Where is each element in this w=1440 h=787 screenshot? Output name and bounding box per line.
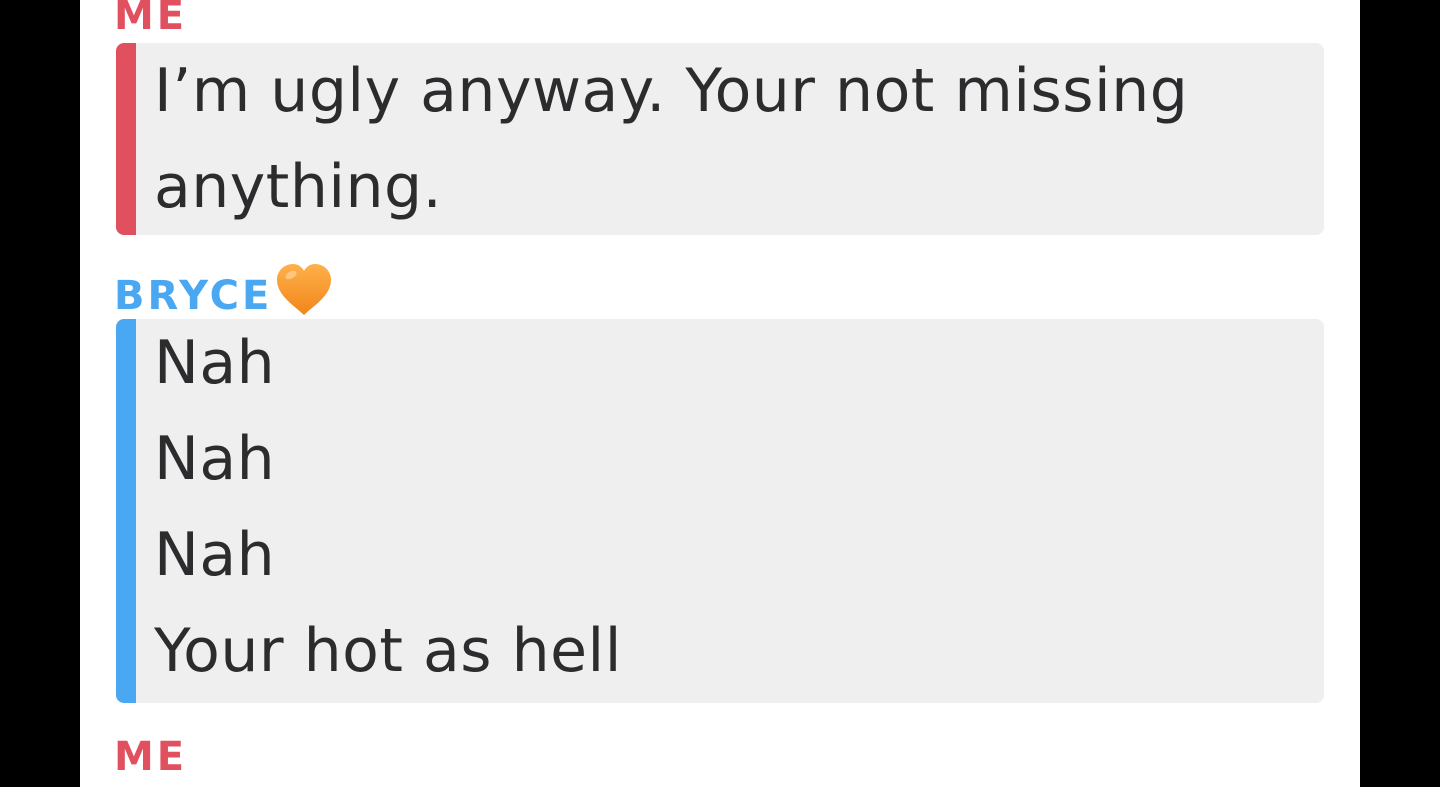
- message-line: Your hot as hell: [154, 616, 622, 686]
- sender-color-bar: [116, 319, 136, 703]
- message-line: I’m ugly anyway. Your not missing: [154, 56, 1189, 126]
- sender-label-me: ME: [114, 0, 188, 39]
- message-line: anything.: [154, 152, 443, 222]
- orange-heart-icon: [277, 264, 332, 315]
- message-line: Nah: [154, 328, 276, 398]
- message-lines: Nah Nah Nah Your hot as hell: [154, 319, 1304, 703]
- chat-screen: ME I’m ugly anyway. Your not missing any…: [80, 0, 1360, 787]
- message-bubble[interactable]: Nah Nah Nah Your hot as hell: [116, 319, 1324, 703]
- message-lines: I’m ugly anyway. Your not missing anythi…: [154, 43, 1304, 235]
- message-line: Nah: [154, 424, 276, 494]
- message-line: Nah: [154, 520, 276, 590]
- sender-name: BRYCE: [114, 273, 273, 319]
- sender-color-bar: [116, 43, 136, 235]
- sender-label-me: ME: [114, 734, 188, 780]
- message-bubble[interactable]: I’m ugly anyway. Your not missing anythi…: [116, 43, 1324, 235]
